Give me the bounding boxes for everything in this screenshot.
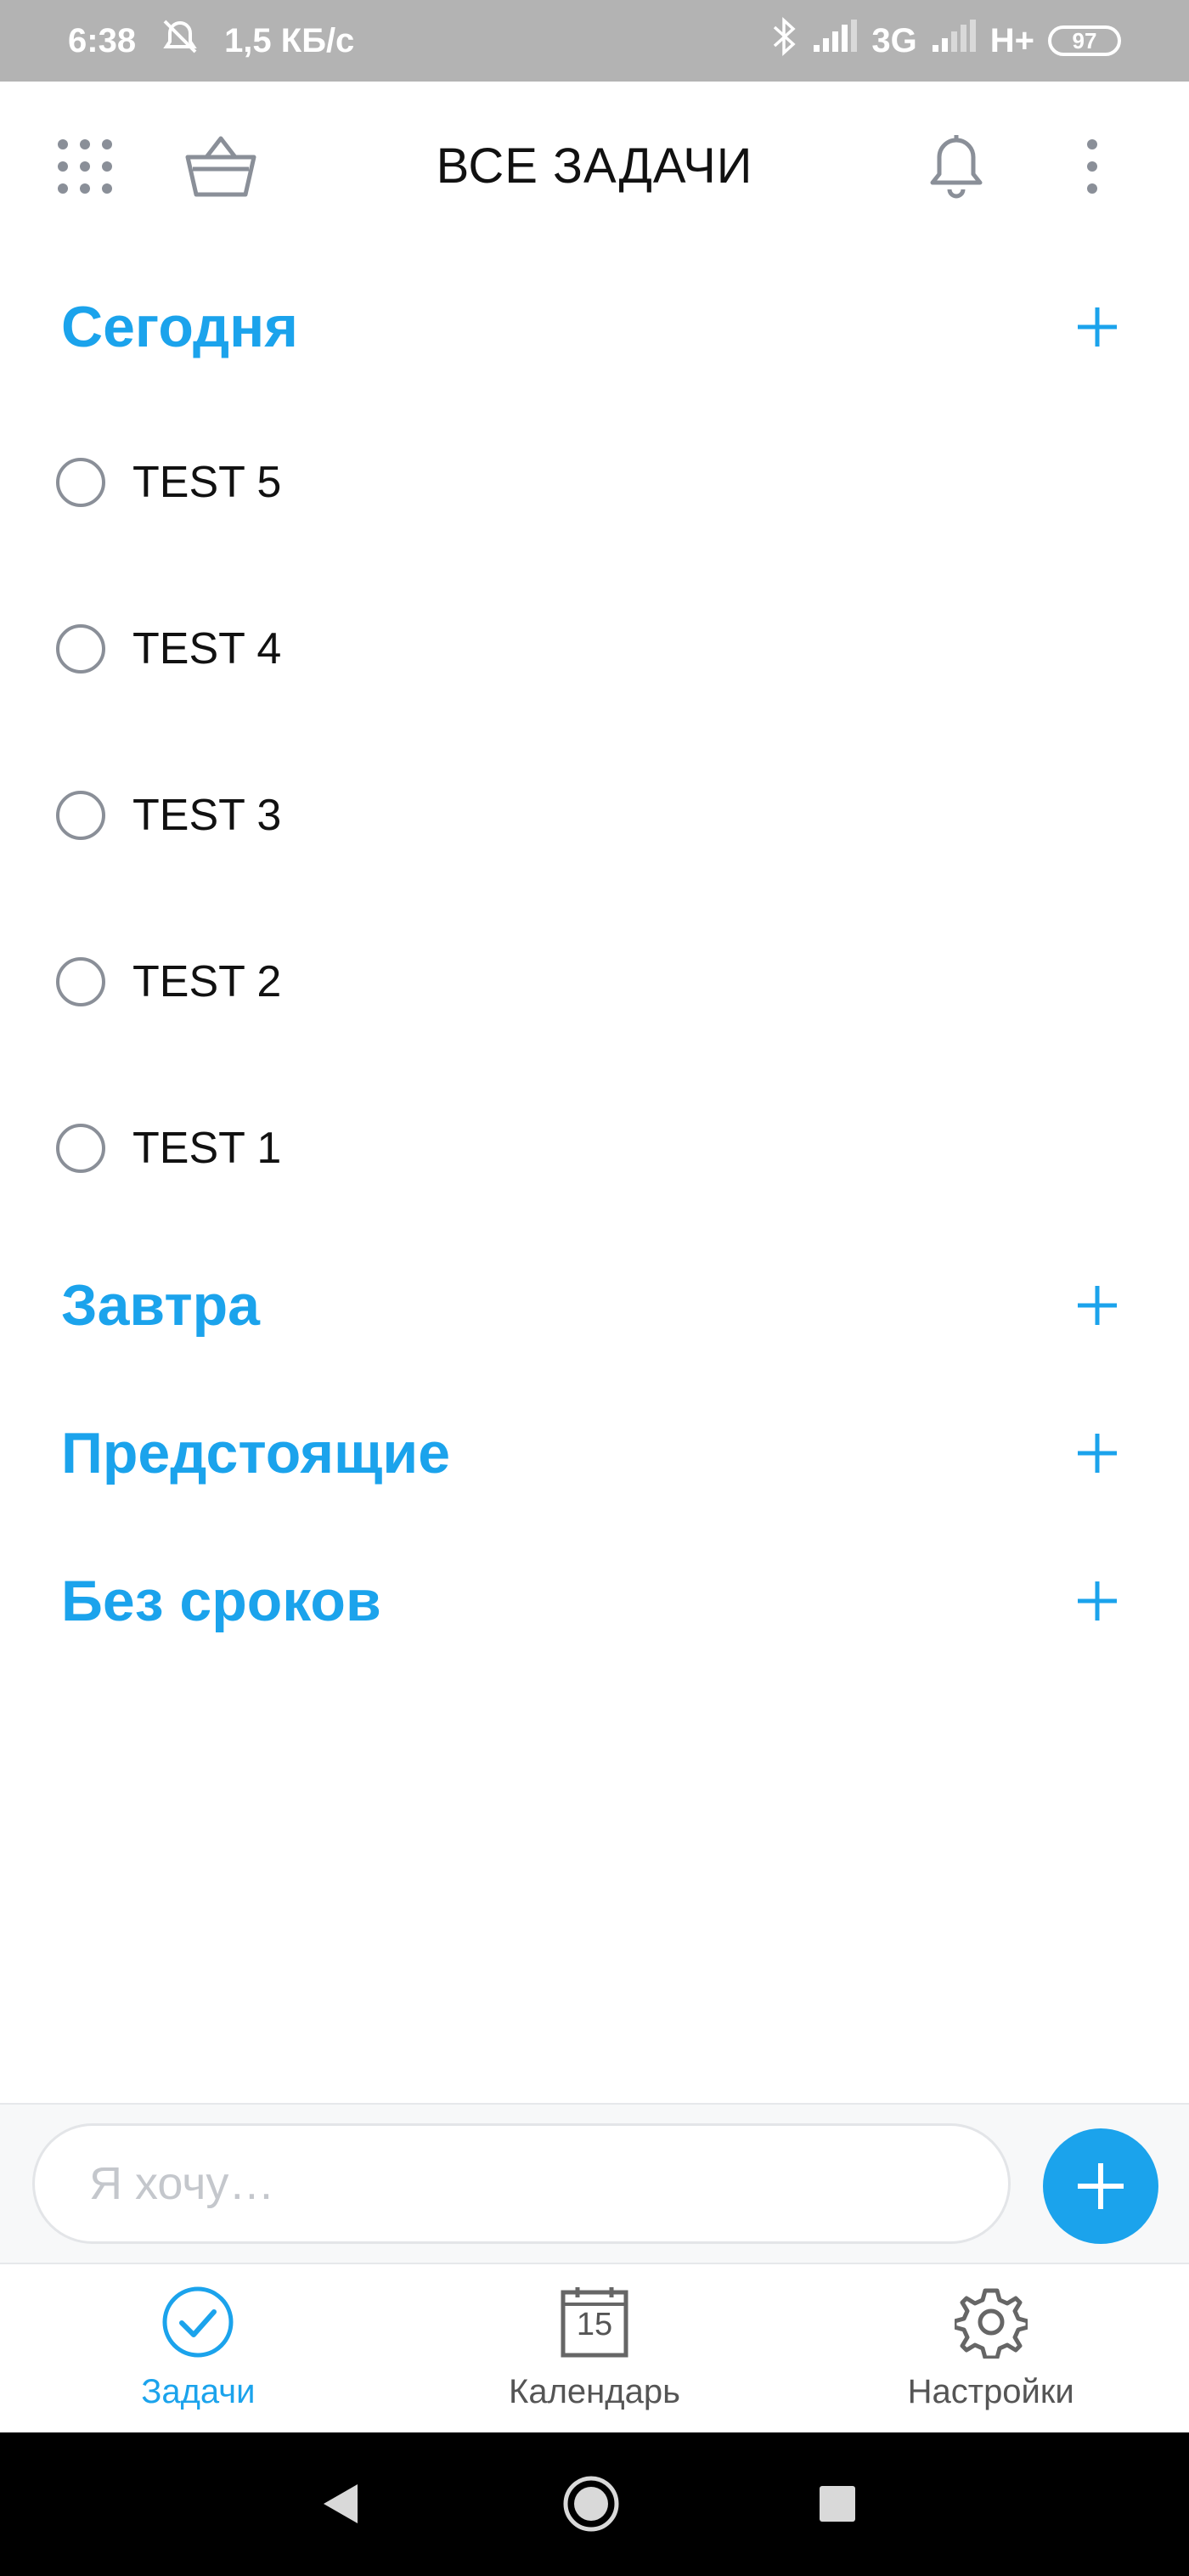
recents-icon[interactable] [803,2470,871,2538]
task-label: TEST 5 [132,458,282,507]
tab-tasks-label: Задачи [141,2373,256,2410]
section-header-tomorrow: Завтра [61,1259,1131,1352]
check-circle-icon [157,2281,239,2363]
section-title-today: Сегодня [61,295,298,359]
add-upcoming-button[interactable] [1063,1419,1131,1487]
back-icon[interactable] [306,2470,374,2538]
task-checkbox[interactable] [56,1124,105,1173]
network-type-1: 3G [871,21,917,59]
tab-calendar-label: Календарь [509,2373,680,2410]
task-item[interactable]: TEST 1 [51,1097,1138,1199]
bottom-tab-bar: Задачи 15 Календарь Настройки [0,2266,1189,2432]
app-bar: ВСЕ ЗАДАЧИ [0,82,1189,251]
plus-icon [1078,2163,1124,2209]
home-icon[interactable] [557,2470,625,2538]
alarm-off-icon [160,16,200,65]
add-task-button[interactable] [1043,2128,1158,2244]
task-checkbox[interactable] [56,791,105,840]
signal-icon [812,20,858,62]
section-title-tomorrow: Завтра [61,1273,260,1338]
calendar-icon: 15 [554,2281,635,2363]
gear-icon [950,2281,1032,2363]
task-label: TEST 4 [132,624,282,674]
tab-settings[interactable]: Настройки [792,2266,1189,2432]
task-item[interactable]: TEST 2 [51,931,1138,1033]
task-checkbox[interactable] [56,624,105,674]
tab-calendar[interactable]: 15 Календарь [397,2266,793,2432]
task-item[interactable]: TEST 5 [51,431,1138,533]
bluetooth-icon [769,17,798,65]
task-label: TEST 3 [132,791,282,840]
status-time: 6:38 [68,21,137,59]
section-header-no-deadline: Без сроков [61,1554,1131,1648]
section-header-today: Сегодня [61,280,1131,374]
system-nav-bar [0,2432,1189,2576]
calendar-day: 15 [576,2307,613,2342]
quick-add-bar: Я хочу… [0,2103,1189,2264]
network-type-2: H+ [989,21,1034,59]
task-input[interactable]: Я хочу… [32,2123,1011,2244]
apps-grid-icon[interactable] [34,116,136,217]
basket-icon[interactable] [170,116,272,217]
section-title-no-deadline: Без сроков [61,1569,381,1633]
tab-settings-label: Настройки [907,2373,1074,2410]
section-title-upcoming: Предстоящие [61,1421,451,1485]
task-item[interactable]: TEST 4 [51,598,1138,700]
task-checkbox[interactable] [56,458,105,507]
section-header-upcoming: Предстоящие [61,1406,1131,1500]
battery-indicator: 97 [1048,25,1121,56]
task-label: TEST 2 [132,957,282,1006]
task-item[interactable]: TEST 3 [51,764,1138,866]
bell-icon[interactable] [905,116,1007,217]
status-speed: 1,5 КБ/с [224,21,355,59]
more-vert-icon[interactable] [1041,116,1143,217]
tab-tasks[interactable]: Задачи [0,2266,397,2432]
signal-icon [931,20,977,62]
add-today-button[interactable] [1063,293,1131,361]
task-label: TEST 1 [132,1124,282,1173]
add-no-deadline-button[interactable] [1063,1567,1131,1635]
status-bar: 6:38 1,5 КБ/с 3G H+ 97 [0,0,1189,82]
task-checkbox[interactable] [56,957,105,1006]
add-tomorrow-button[interactable] [1063,1271,1131,1339]
